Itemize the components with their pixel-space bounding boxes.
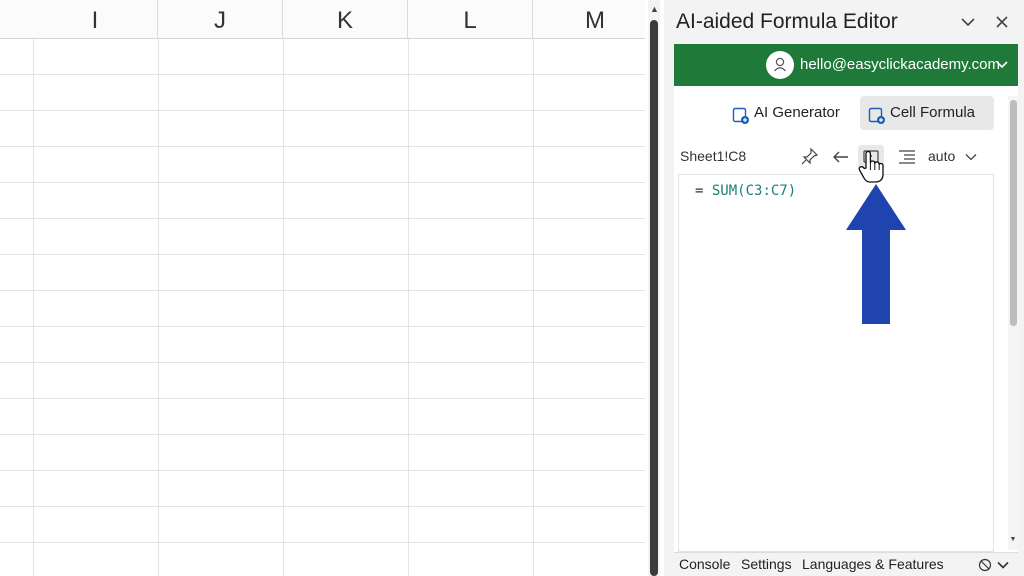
grid-column-line bbox=[533, 39, 534, 576]
grid-row-line bbox=[0, 290, 645, 291]
column-header-row: I J K L M bbox=[0, 0, 645, 39]
grid-column-line bbox=[158, 39, 159, 576]
grid-row-line bbox=[0, 110, 645, 111]
ai-generator-button[interactable]: AI Generator bbox=[724, 96, 852, 130]
column-header-i[interactable]: I bbox=[33, 0, 158, 38]
grid-row-line bbox=[0, 182, 645, 183]
ai-generator-icon bbox=[732, 104, 750, 124]
column-header-l[interactable]: L bbox=[408, 0, 533, 38]
pin-icon[interactable] bbox=[796, 145, 822, 169]
formula-prefix: = bbox=[695, 183, 712, 199]
panel-title: AI-aided Formula Editor bbox=[676, 10, 898, 33]
spreadsheet-grid[interactable]: I J K L M bbox=[0, 0, 645, 576]
account-email: hello@easyclickacademy.com bbox=[800, 56, 1001, 73]
grid-row-line bbox=[0, 542, 645, 543]
grid-row-line bbox=[0, 146, 645, 147]
account-chevron-down-icon[interactable] bbox=[992, 54, 1012, 74]
chevron-down-icon[interactable] bbox=[964, 150, 978, 164]
indent-mode-select[interactable]: auto bbox=[928, 148, 955, 164]
grid-row-line bbox=[0, 506, 645, 507]
grid-row-line bbox=[0, 74, 645, 75]
formula-text[interactable]: = SUM(C3:C7) bbox=[695, 183, 796, 199]
grid-row-line bbox=[0, 362, 645, 363]
grid-column-line bbox=[408, 39, 409, 576]
cell-reference: Sheet1!C8 bbox=[680, 148, 747, 164]
account-bar[interactable]: hello@easyclickacademy.com bbox=[674, 44, 1018, 86]
column-header-m[interactable]: M bbox=[533, 0, 645, 38]
grid-row-line bbox=[0, 434, 645, 435]
tab-settings[interactable]: Settings bbox=[741, 556, 792, 572]
tab-console[interactable]: Console bbox=[679, 556, 730, 572]
grid-row-line bbox=[0, 254, 645, 255]
user-avatar-icon bbox=[766, 51, 794, 79]
bottom-tab-bar: Console Settings Languages & Features bbox=[674, 552, 1018, 576]
chevron-down-icon[interactable] bbox=[996, 558, 1010, 572]
align-right-icon[interactable] bbox=[894, 145, 920, 169]
cell-formula-button[interactable]: Cell Formula bbox=[860, 96, 994, 130]
cell-grid[interactable] bbox=[0, 39, 645, 576]
ai-generator-label: AI Generator bbox=[754, 104, 840, 121]
hand-cursor-icon bbox=[858, 150, 884, 184]
tab-languages-features[interactable]: Languages & Features bbox=[802, 556, 944, 572]
formula-editor[interactable]: = SUM(C3:C7) bbox=[678, 174, 994, 552]
formula-function: SUM bbox=[711, 183, 738, 199]
sheet-scroll-up-icon[interactable]: ▲ bbox=[650, 2, 659, 16]
grid-row-line bbox=[0, 218, 645, 219]
grid-row-line bbox=[0, 326, 645, 327]
cell-formula-icon bbox=[868, 104, 886, 124]
annotation-arrow-icon bbox=[846, 184, 906, 324]
arrow-left-icon[interactable] bbox=[828, 145, 854, 169]
grid-row-line bbox=[0, 470, 645, 471]
panel-scroll-down-icon[interactable]: ▼ bbox=[1008, 536, 1018, 546]
cell-formula-label: Cell Formula bbox=[890, 104, 976, 121]
chevron-down-icon[interactable] bbox=[956, 10, 980, 34]
column-header-j[interactable]: J bbox=[158, 0, 283, 38]
task-pane: AI-aided Formula Editor hello@easyclicka… bbox=[664, 0, 1024, 576]
column-header-k[interactable]: K bbox=[283, 0, 408, 38]
panel-scrollbar-thumb[interactable] bbox=[1010, 100, 1017, 326]
grid-row-line bbox=[0, 398, 645, 399]
block-icon[interactable] bbox=[978, 558, 992, 572]
sheet-scrollbar-thumb[interactable] bbox=[650, 20, 658, 576]
close-icon[interactable] bbox=[990, 10, 1014, 34]
formula-args: (C3:C7) bbox=[737, 183, 797, 199]
grid-column-line bbox=[283, 39, 284, 576]
grid-column-line bbox=[33, 39, 34, 576]
